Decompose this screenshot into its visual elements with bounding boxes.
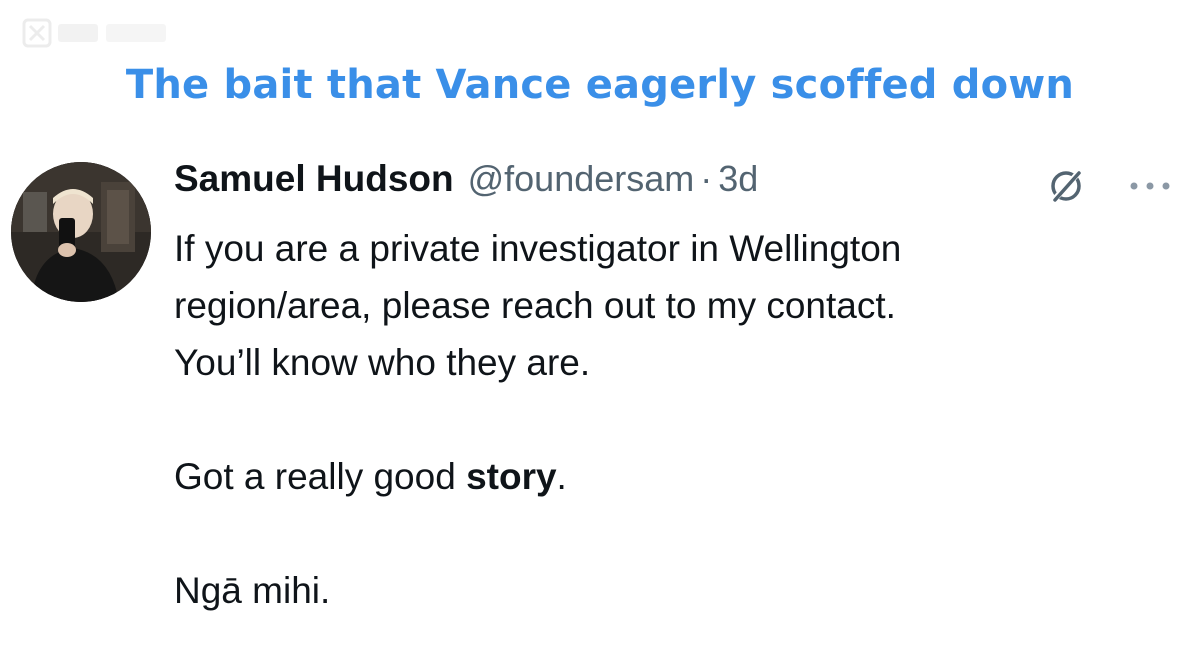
tweet-line-4-suffix: . [556,456,567,497]
tweet-line-5: Ngā mihi. [174,570,331,611]
tweet-line-1: If you are a private investigator in Wel… [174,228,902,269]
screenshot-page: The bait that Vance eagerly scoffed down… [0,0,1200,663]
tweet-header: Samuel Hudson @foundersam · 3d [174,158,758,206]
more-options-icon[interactable] [1128,180,1172,192]
headline-title: The bait that Vance eagerly scoffed down [125,62,1075,108]
headline-band: The bait that Vance eagerly scoffed down [0,0,1200,129]
tweet-bold-word: story [466,456,557,497]
watermark-logo-icon [22,18,166,48]
avatar-photo [11,162,151,302]
grok-icon[interactable] [1046,166,1086,206]
tweet-line-2: region/area, please reach out to my cont… [174,285,896,326]
separator-dot: · [700,158,713,199]
author-name[interactable]: Samuel Hudson [174,158,454,200]
timestamp[interactable]: 3d [718,158,758,200]
tweet-line-4: Got a really good story. [174,448,1174,505]
avatar[interactable] [11,162,151,302]
tweet-line-3: You’ll know who they are. [174,342,591,383]
tweet-line-4-prefix: Got a really good [174,456,467,497]
tweet-card[interactable]: Samuel Hudson @foundersam · 3d If you ar… [0,128,1200,663]
author-handle[interactable]: @foundersam [468,158,695,200]
tweet-body: If you are a private investigator in Wel… [174,220,1174,619]
